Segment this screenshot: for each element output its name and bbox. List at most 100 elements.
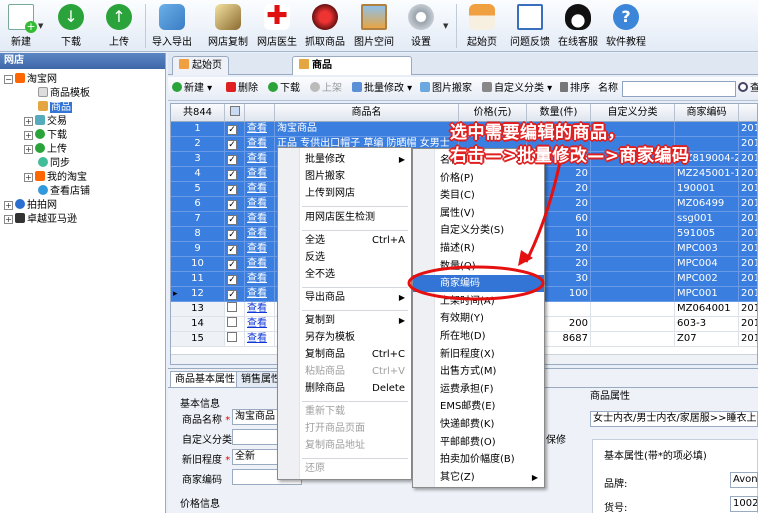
list-product-button[interactable]: 上架: [310, 82, 342, 96]
row-checkbox[interactable]: ✓: [227, 185, 237, 195]
row-checkbox[interactable]: ✓: [227, 155, 237, 165]
menu-item-save-as-template[interactable]: 另存为模板: [278, 329, 411, 346]
batch-modify-button[interactable]: 批量修改 ▾: [352, 82, 412, 96]
checkbox-cell[interactable]: [225, 332, 245, 347]
column-header-merchant-code[interactable]: 商家编码: [675, 104, 739, 122]
view-link[interactable]: 查看: [245, 197, 275, 212]
submenu-item[interactable]: 拍卖加价幅度(B): [413, 451, 544, 468]
checkbox-cell[interactable]: ✓: [225, 242, 245, 257]
expand-icon[interactable]: +: [24, 117, 33, 126]
submenu-item[interactable]: 属性(V): [413, 205, 544, 222]
menu-item-picture-move[interactable]: 图片搬家: [278, 168, 411, 185]
tab-basic-attributes[interactable]: 商品基本属性: [170, 371, 240, 387]
view-link[interactable]: 查看: [245, 137, 275, 152]
view-link[interactable]: 查看: [245, 257, 275, 272]
view-link[interactable]: 查看: [245, 167, 275, 182]
submenu-item[interactable]: 新旧程度(X): [413, 346, 544, 363]
checkbox-cell[interactable]: ✓: [225, 257, 245, 272]
expand-icon[interactable]: +: [24, 131, 33, 140]
tab-products[interactable]: 商品: [292, 56, 412, 75]
submenu-item[interactable]: EMS邮费(E): [413, 398, 544, 415]
checkbox-cell[interactable]: [225, 317, 245, 332]
submenu-item[interactable]: 描述(R): [413, 240, 544, 257]
submenu-item[interactable]: 出售方式(M): [413, 363, 544, 380]
delete-button[interactable]: 删除: [226, 82, 258, 96]
row-checkbox[interactable]: ✓: [227, 215, 237, 225]
row-checkbox[interactable]: ✓: [227, 230, 237, 240]
custom-category-button[interactable]: 自定义分类 ▾: [482, 82, 552, 96]
view-link[interactable]: 查看: [245, 242, 275, 257]
copy-shop-button[interactable]: 网店复制: [206, 2, 250, 50]
menu-item-export[interactable]: 导出商品 ▶: [278, 289, 411, 306]
sidebar-item-paipai[interactable]: + 拍拍网: [4, 199, 57, 212]
checkbox-cell[interactable]: ✓: [225, 137, 245, 152]
download-button[interactable]: ↓ 下载: [54, 2, 88, 50]
menu-item-paste-product[interactable]: 粘贴商品 Ctrl+V: [278, 363, 411, 380]
view-link[interactable]: 查看: [245, 152, 275, 167]
category-path-field[interactable]: 女士内衣/男士内衣/家居服>>睡衣上装: [590, 411, 758, 427]
online-service-button[interactable]: 在线客服: [556, 2, 600, 50]
menu-item-copy-to[interactable]: 复制到 ▶: [278, 312, 411, 329]
expand-icon[interactable]: +: [4, 215, 13, 224]
row-checkbox[interactable]: [227, 332, 237, 342]
row-checkbox[interactable]: ✓: [227, 125, 237, 135]
submenu-item[interactable]: 商家编码: [413, 275, 544, 293]
menu-item-upload-to-shop[interactable]: 上传到网店: [278, 185, 411, 202]
checkbox-cell[interactable]: ✓: [225, 182, 245, 197]
row-checkbox[interactable]: ✓: [227, 200, 237, 210]
menu-item-redownload[interactable]: 重新下载: [278, 403, 411, 420]
shop-doctor-button[interactable]: ✚ 网店医生: [255, 2, 299, 50]
view-link[interactable]: 查看: [245, 302, 275, 317]
sidebar-item-view-shop[interactable]: 查看店铺: [38, 185, 90, 198]
menu-item-open-page[interactable]: 打开商品页面: [278, 420, 411, 437]
picture-space-button[interactable]: 图片空间: [352, 2, 396, 50]
menu-item-select-all[interactable]: 全选 Ctrl+A: [278, 232, 411, 249]
menu-item-invert-selection[interactable]: 反选: [278, 249, 411, 266]
search-button[interactable]: 查询: [738, 82, 758, 96]
new-button[interactable]: + 新建: [4, 2, 38, 50]
new-product-button[interactable]: 新建 ▾: [172, 82, 212, 96]
brand-input[interactable]: Avon: [730, 472, 758, 488]
grab-products-button[interactable]: 抓取商品: [303, 2, 347, 50]
row-checkbox[interactable]: ✓: [227, 140, 237, 150]
row-checkbox[interactable]: [227, 317, 237, 327]
expand-icon[interactable]: +: [4, 201, 13, 210]
tab-home[interactable]: 起始页: [172, 56, 229, 75]
collapse-icon[interactable]: −: [4, 75, 13, 84]
checkbox-cell[interactable]: ✓: [225, 197, 245, 212]
checkbox-cell[interactable]: ✓: [225, 287, 245, 302]
sidebar-item-my-taobao[interactable]: + 我的淘宝: [24, 171, 87, 184]
select-all-checkbox[interactable]: [229, 106, 240, 116]
import-export-button[interactable]: 导入导出: [150, 2, 194, 50]
sidebar-item-amazon[interactable]: + 卓越亚马逊: [4, 213, 77, 226]
row-checkbox[interactable]: ✓: [227, 290, 237, 300]
submenu-item[interactable]: 类目(C): [413, 187, 544, 204]
item-no-input[interactable]: 10023: [730, 496, 758, 512]
submenu-item[interactable]: 上架时间(A): [413, 293, 544, 310]
row-checkbox[interactable]: ✓: [227, 170, 237, 180]
submenu-item[interactable]: 平邮邮费(O): [413, 434, 544, 451]
checkbox-cell[interactable]: [225, 302, 245, 317]
home-button[interactable]: 起始页: [462, 2, 502, 50]
view-link[interactable]: 查看: [245, 212, 275, 227]
checkbox-cell[interactable]: ✓: [225, 272, 245, 287]
search-input[interactable]: [622, 81, 736, 97]
view-link[interactable]: 查看: [245, 182, 275, 197]
row-checkbox[interactable]: [227, 302, 237, 312]
sidebar-item-upload[interactable]: + 上传: [24, 143, 67, 156]
upload-button[interactable]: ↑ 上传: [102, 2, 136, 50]
sidebar-item-sync[interactable]: 同步: [38, 157, 70, 170]
menu-item-select-none[interactable]: 全不选: [278, 266, 411, 283]
menu-item-delete-product[interactable]: 删除商品 Delete: [278, 380, 411, 397]
menu-item-batch-modify[interactable]: 批量修改 ▶: [278, 151, 411, 168]
menu-item-copy-product[interactable]: 复制商品 Ctrl+C: [278, 346, 411, 363]
sidebar-item-products[interactable]: 商品: [38, 101, 72, 114]
submenu-item[interactable]: 快递邮费(K): [413, 416, 544, 433]
submenu-item[interactable]: 有效期(Y): [413, 310, 544, 327]
new-dropdown-icon[interactable]: ▼: [38, 22, 43, 30]
feedback-button[interactable]: 问题反馈: [508, 2, 552, 50]
row-checkbox[interactable]: ✓: [227, 260, 237, 270]
view-link[interactable]: 查看: [245, 227, 275, 242]
row-checkbox[interactable]: ✓: [227, 245, 237, 255]
tutorial-button[interactable]: ? 软件教程: [604, 2, 648, 50]
